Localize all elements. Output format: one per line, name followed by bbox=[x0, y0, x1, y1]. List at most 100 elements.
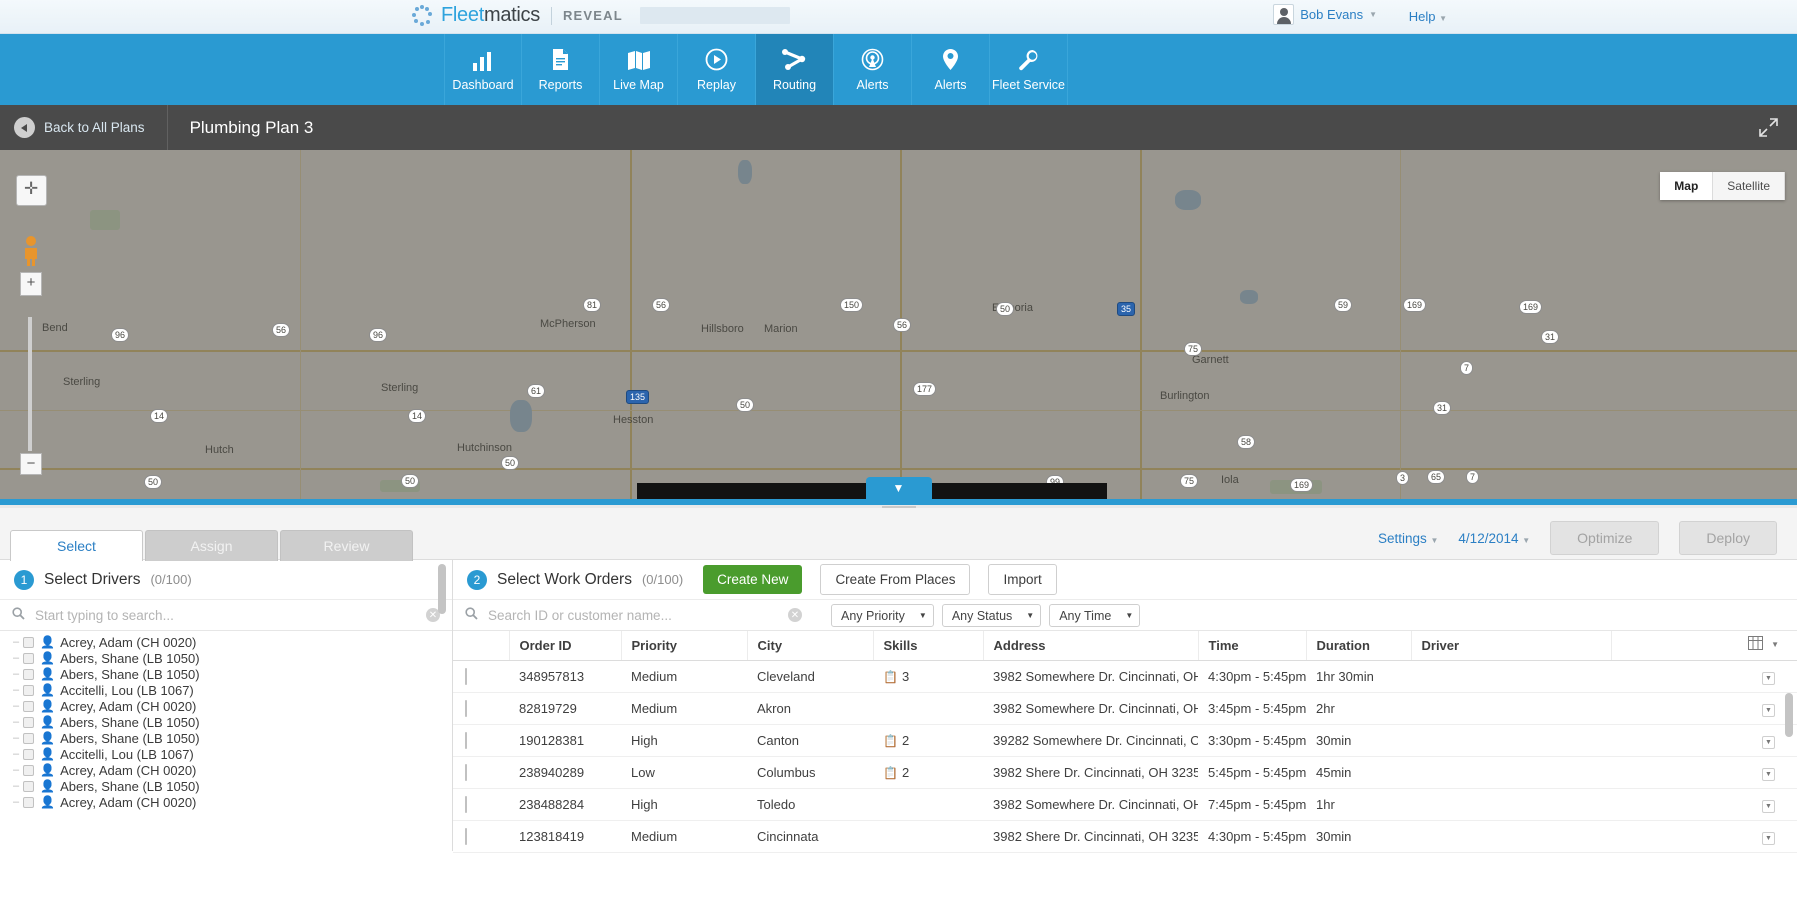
row-menu-cell[interactable]: ▼ bbox=[1611, 756, 1797, 789]
row-menu-cell[interactable]: ▼ bbox=[1611, 660, 1797, 693]
table-row[interactable]: 238488284 High Toledo 3982 Somewhere Dr. Ci… bbox=[453, 788, 1797, 821]
column-header[interactable]: Driver bbox=[1410, 631, 1611, 661]
driver-checkbox[interactable] bbox=[23, 700, 35, 712]
map-type-switcher[interactable]: Map Satellite bbox=[1660, 172, 1785, 200]
row-checkbox[interactable] bbox=[465, 764, 467, 781]
tab-review[interactable]: Review bbox=[280, 530, 413, 561]
column-header[interactable]: Duration bbox=[1305, 631, 1411, 661]
zoom-out-button[interactable]: − bbox=[20, 453, 42, 475]
driver-checkbox[interactable] bbox=[23, 780, 35, 792]
drivers-list-scrollbar[interactable] bbox=[438, 560, 446, 851]
driver-list-item[interactable]: – 👤 Abers, Shane (LB 1050) bbox=[0, 666, 452, 682]
column-header[interactable]: Priority bbox=[620, 631, 747, 661]
row-checkbox[interactable] bbox=[465, 700, 467, 717]
driver-checkbox[interactable] bbox=[23, 684, 35, 696]
optimize-button[interactable]: Optimize bbox=[1550, 521, 1660, 555]
map-collapse-button[interactable]: ▼ bbox=[865, 477, 932, 499]
driver-list-item[interactable]: – 👤 Abers, Shane (LB 1050) bbox=[0, 778, 452, 794]
map-type-map-button[interactable]: Map bbox=[1660, 172, 1714, 200]
column-header[interactable]: Order ID bbox=[508, 631, 621, 661]
zoom-controls[interactable]: + bbox=[20, 272, 42, 296]
date-picker[interactable]: 4/12/2014 ▼ bbox=[1458, 531, 1530, 546]
driver-checkbox[interactable] bbox=[23, 716, 35, 728]
drivers-search-input[interactable] bbox=[35, 607, 426, 623]
driver-list-item[interactable]: – 👤 Acrey, Adam (CH 0020) bbox=[0, 634, 452, 650]
help-link[interactable]: Help ▼ bbox=[1409, 9, 1447, 24]
tab-select[interactable]: Select bbox=[10, 530, 143, 561]
driver-list-item[interactable]: – 👤 Accitelli, Lou (LB 1067) bbox=[0, 682, 452, 698]
chevron-down-icon[interactable]: ▼ bbox=[1762, 704, 1775, 717]
driver-checkbox[interactable] bbox=[23, 796, 35, 808]
driver-list-item[interactable]: – 👤 Acrey, Adam (CH 0020) bbox=[0, 794, 452, 810]
row-checkbox-cell[interactable] bbox=[453, 660, 509, 693]
column-header[interactable]: Skills bbox=[872, 631, 983, 661]
column-header[interactable]: Address bbox=[982, 631, 1198, 661]
street-view-pegman-icon[interactable] bbox=[20, 235, 42, 267]
deploy-button[interactable]: Deploy bbox=[1679, 521, 1777, 555]
nav-item-reports[interactable]: Reports bbox=[522, 34, 600, 105]
row-checkbox-cell[interactable] bbox=[453, 724, 509, 757]
driver-list-item[interactable]: – 👤 Acrey, Adam (CH 0020) bbox=[0, 698, 452, 714]
row-menu-cell[interactable]: ▼ bbox=[1611, 788, 1797, 821]
row-checkbox-cell[interactable] bbox=[453, 788, 509, 821]
row-menu-cell[interactable]: ▼ bbox=[1611, 820, 1797, 853]
drivers-list[interactable]: – 👤 Acrey, Adam (CH 0020) – 👤 Abers, Shane (L… bbox=[0, 631, 452, 846]
row-checkbox[interactable] bbox=[465, 796, 467, 813]
chevron-down-icon[interactable]: ▼ bbox=[1762, 800, 1775, 813]
driver-checkbox[interactable] bbox=[23, 764, 35, 776]
driver-list-item[interactable]: – 👤 Abers, Shane (LB 1050) bbox=[0, 714, 452, 730]
nav-item-dashboard[interactable]: Dashboard bbox=[444, 34, 522, 105]
nav-item-fleet-service[interactable]: Fleet Service bbox=[990, 34, 1068, 105]
table-row[interactable]: 82819729 Medium Akron 3982 Somewhere Dr. Ci… bbox=[453, 692, 1797, 725]
driver-checkbox[interactable] bbox=[23, 652, 35, 664]
import-button[interactable]: Import bbox=[988, 564, 1057, 595]
settings-menu[interactable]: Settings ▼ bbox=[1378, 531, 1438, 546]
user-name-label[interactable]: Bob Evans bbox=[1300, 7, 1363, 22]
row-checkbox[interactable] bbox=[465, 828, 467, 845]
back-to-all-plans-button[interactable]: Back to All Plans bbox=[0, 105, 168, 150]
time-filter-select[interactable]: Any Time ▼ bbox=[1049, 604, 1141, 627]
expand-fullscreen-icon[interactable] bbox=[1758, 117, 1779, 138]
nav-item-routing[interactable]: Routing bbox=[756, 34, 834, 105]
nav-item-alerts-broadcast[interactable]: Alerts bbox=[834, 34, 912, 105]
nav-item-live-map[interactable]: Live Map bbox=[600, 34, 678, 105]
driver-checkbox[interactable] bbox=[23, 668, 35, 680]
chevron-down-icon[interactable]: ▼ bbox=[1762, 768, 1775, 781]
create-from-places-button[interactable]: Create From Places bbox=[820, 564, 971, 595]
chevron-down-icon[interactable]: ▼ bbox=[1762, 832, 1775, 845]
tab-assign[interactable]: Assign bbox=[145, 530, 278, 561]
row-checkbox[interactable] bbox=[465, 732, 467, 749]
row-menu-cell[interactable]: ▼ bbox=[1611, 724, 1797, 757]
table-row[interactable]: 190128381 High Canton 📋 2 39282 Somewhere Dr.… bbox=[453, 724, 1797, 757]
work-orders-search-input[interactable] bbox=[488, 607, 788, 623]
row-checkbox-cell[interactable] bbox=[453, 756, 509, 789]
create-new-button[interactable]: Create New bbox=[703, 565, 803, 594]
chevron-down-icon[interactable]: ▼ bbox=[1771, 640, 1779, 649]
zoom-in-button[interactable]: + bbox=[21, 273, 41, 295]
table-scrollbar[interactable] bbox=[1785, 693, 1793, 908]
zoom-slider[interactable] bbox=[28, 317, 32, 451]
row-checkbox-cell[interactable] bbox=[453, 692, 509, 725]
driver-list-item[interactable]: – 👤 Accitelli, Lou (LB 1067) bbox=[0, 746, 452, 762]
column-header[interactable]: Time bbox=[1197, 631, 1306, 661]
driver-list-item[interactable]: – 👤 Abers, Shane (LB 1050) bbox=[0, 650, 452, 666]
row-checkbox[interactable] bbox=[465, 668, 467, 685]
pan-compass-icon[interactable] bbox=[16, 175, 47, 206]
driver-checkbox[interactable] bbox=[23, 636, 35, 648]
table-row[interactable]: 123818419 Medium Cincinnata 3982 Shere Dr. … bbox=[453, 820, 1797, 853]
row-checkbox-cell[interactable] bbox=[453, 820, 509, 853]
chevron-down-icon[interactable]: ▼ bbox=[1762, 736, 1775, 749]
driver-list-item[interactable]: – 👤 Acrey, Adam (CH 0020) bbox=[0, 762, 452, 778]
driver-checkbox[interactable] bbox=[23, 748, 35, 760]
map-viewport[interactable]: McPhersonHillsboroMarionEmporiaGarnettBu… bbox=[0, 150, 1797, 499]
table-row[interactable]: 238940289 Low Columbus 📋 2 3982 Shere Dr. Cin… bbox=[453, 756, 1797, 789]
priority-filter-select[interactable]: Any Priority ▼ bbox=[831, 604, 934, 627]
map-type-satellite-button[interactable]: Satellite bbox=[1713, 172, 1785, 200]
table-row[interactable]: 348957813 Medium Cleveland 📋 3 3982 Somewhere… bbox=[453, 660, 1797, 693]
nav-item-replay[interactable]: Replay bbox=[678, 34, 756, 105]
chevron-down-icon[interactable]: ▼ bbox=[1762, 672, 1775, 685]
grid-columns-icon[interactable] bbox=[1748, 636, 1763, 654]
row-menu-cell[interactable]: ▼ bbox=[1611, 692, 1797, 725]
user-menu[interactable]: Bob Evans ▼ bbox=[1273, 4, 1377, 25]
nav-item-alerts-pin[interactable]: Alerts bbox=[912, 34, 990, 105]
